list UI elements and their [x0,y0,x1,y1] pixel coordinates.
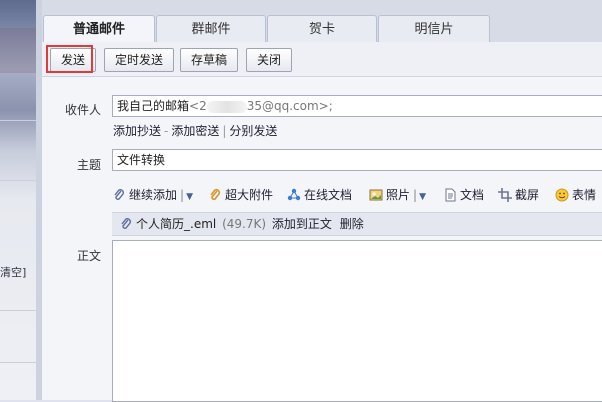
tab-normal-mail[interactable]: 普通邮件 [43,15,155,43]
paperclip-icon [121,218,131,229]
photo-icon [369,189,383,201]
paperclip-icon [114,189,124,200]
save-draft-button[interactable]: 存草稿 [180,48,239,72]
emoji-button[interactable]: 表情 [555,185,596,205]
recipient-options: 添加抄送 - 添加密送 | 分别发送 [113,122,277,139]
recipient-name: 我自己的邮箱 [117,99,190,113]
document-button[interactable]: 文档 [443,185,484,205]
add-bcc-link[interactable]: 添加密送 [171,124,219,138]
link-separator: - [164,124,169,138]
sidebar-divider [0,362,36,363]
recipient-email-start: <2 [189,99,207,113]
tab-greeting-card[interactable]: 贺卡 [267,15,377,43]
large-attachment-button[interactable]: 超大附件 [208,185,273,205]
body-label: 正文 [77,249,102,263]
online-doc-label: 在线文档 [304,188,353,202]
separate-send-link[interactable]: 分别发送 [229,124,277,138]
chevron-down-icon[interactable]: ▼ [186,192,193,202]
subject-input[interactable]: 文件转换 [112,149,602,171]
add-to-body-link[interactable]: 添加到正文 [272,217,332,231]
editor-toolbar: 继续添加 | ▼ 超大附件 在线文档 照片 | ▼ 文档 截屏 表情 [112,185,602,205]
continue-add-label: 继续添加 [129,188,178,202]
screenshot-button[interactable]: 截屏 [498,185,539,205]
photo-button[interactable]: 照片 | ▼ [369,185,426,205]
attachment-filename[interactable]: 个人简历_.eml [136,217,216,231]
attachment-size: (49.7K) [222,217,267,231]
tab-group-mail[interactable]: 群邮件 [156,15,266,43]
compose-toolbar: 发送 定时发送 存草稿 关闭 [42,42,602,77]
screenshot-icon [498,188,512,202]
scheduled-send-button[interactable]: 定时发送 [104,48,175,72]
redacted-blur [206,100,247,113]
add-cc-link[interactable]: 添加抄送 [113,124,161,138]
chevron-down-icon[interactable]: ▼ [419,192,426,202]
continue-add-button[interactable]: 继续添加 | ▼ [112,185,193,205]
recipient-label: 收件人 [65,103,102,117]
recipient-field[interactable]: 我自己的邮箱<2 35@qq.com>; [112,95,602,117]
document-label: 文档 [460,188,485,202]
attachment-row: 个人简历_.eml (49.7K) 添加到正文 删除 [112,212,602,236]
online-doc-icon [287,188,301,201]
left-sidebar: 清空] [0,0,36,400]
sidebar-clear-link[interactable]: 清空] [0,264,26,280]
delete-attachment-link[interactable]: 删除 [340,217,364,231]
tab-postcard[interactable]: 明信片 [378,15,490,43]
large-attachment-icon [210,188,221,201]
send-button-highlight [46,45,93,73]
sidebar-divider [0,310,36,311]
message-body-editor[interactable] [112,240,602,402]
large-attachment-label: 超大附件 [225,188,274,202]
close-button[interactable]: 关闭 [246,48,293,72]
recipient-email-end: 35@qq.com>; [246,99,333,113]
compose-tab-bar: 普通邮件 群邮件 贺卡 明信片 [42,0,602,43]
photo-label: 照片 [386,188,411,202]
screenshot-label: 截屏 [515,188,540,202]
sidebar-divider [0,120,36,121]
sidebar-divider [0,180,36,181]
emoji-label: 表情 [572,188,597,202]
online-doc-button[interactable]: 在线文档 [287,185,352,205]
document-icon [445,188,456,202]
dropdown-divider: | [180,188,185,202]
link-separator: | [222,124,227,138]
sidebar-decor [0,28,36,73]
emoji-icon [555,188,569,202]
subject-label: 主题 [77,158,102,172]
dropdown-divider: | [413,188,418,202]
